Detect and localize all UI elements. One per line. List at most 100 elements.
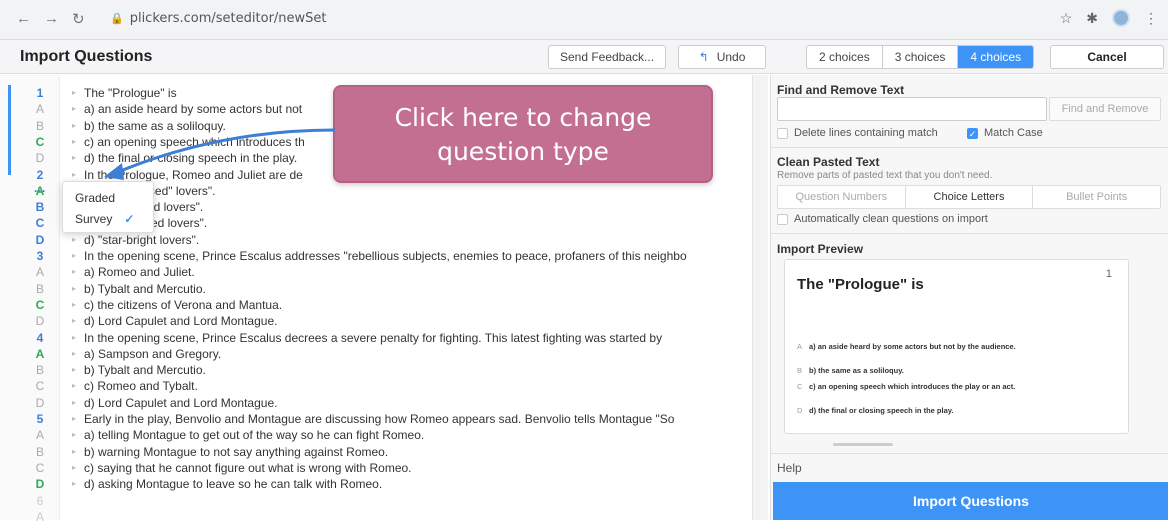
line-marker: A: [35, 346, 45, 361]
fold-icon: ▸: [72, 414, 77, 423]
choices-4-button[interactable]: 4 choices: [958, 46, 1034, 68]
line-text: c) saying that he cannot figure out what…: [84, 460, 412, 475]
editor-line[interactable]: B ▸ b) Tybalt and Mercutio.: [0, 362, 748, 378]
find-remove-title: Find and Remove Text: [777, 83, 905, 97]
auto-clean-box: [777, 213, 788, 225]
editor-line[interactable]: A ▸ a) Romeo and Juliet.: [0, 264, 748, 280]
star-icon[interactable]: ☆: [1060, 10, 1073, 27]
editor-line[interactable]: D ▸ d) Lord Capulet and Lord Montague.: [0, 395, 748, 411]
preview-question: The "Prologue" is: [797, 276, 924, 293]
import-preview-card: The "Prologue" is 1 Aa) an aside heard b…: [784, 259, 1129, 434]
preview-number: 1: [1105, 268, 1112, 280]
question-numbers-button[interactable]: Question Numbers: [778, 186, 906, 208]
line-marker[interactable]: 4: [30, 330, 50, 346]
fold-icon: ▸: [72, 267, 77, 277]
preview-choice-c: Cc) an opening speech which introduces t…: [797, 382, 1057, 391]
editor-line[interactable]: B ▸ b) Tybalt and Mercutio.: [0, 281, 748, 297]
preview-choice-a: Aa) an aside heard by some actors but no…: [797, 342, 1057, 351]
fold-icon: ▸: [72, 462, 77, 472]
line-text: a) telling Montague to get out of the wa…: [84, 428, 425, 443]
line-marker: D: [35, 314, 45, 329]
preview-choice-letter: A: [797, 342, 803, 351]
line-text: Early in the play, Benvolio and Montague…: [84, 412, 675, 426]
fold-icon: ▸: [72, 397, 77, 407]
fold-icon: ▸: [72, 430, 77, 440]
line-marker[interactable]: 5: [30, 411, 50, 427]
fold-icon: ▸: [72, 381, 77, 391]
preview-choice-text: d) the final or closing speech in the pl…: [809, 406, 954, 415]
editor-line[interactable]: C ▸ c) the citizens of Verona and Mantua.: [0, 297, 748, 313]
editor-line[interactable]: D ▸ d) asking Montague to leave so he can …: [0, 476, 748, 492]
line-text: d) Lord Capulet and Lord Montague.: [84, 395, 278, 410]
editor-line[interactable]: B ▸ b) warning Montague to not say anythin…: [0, 444, 748, 460]
line-text: d) asking Montague to leave so he can ta…: [84, 477, 383, 492]
preview-choice-letter: C: [797, 382, 803, 391]
fold-icon: ▸: [72, 316, 77, 326]
editor-line[interactable]: D ▸ d) Lord Capulet and Lord Montague.: [0, 313, 748, 329]
line-marker: C: [35, 460, 45, 475]
auto-clean-label: Automatically clean questions on import: [794, 213, 988, 225]
line-marker: B: [35, 363, 44, 378]
clean-text-title: Clean Pasted Text: [777, 155, 880, 169]
line-marker: 6: [36, 493, 44, 508]
editor-line[interactable]: A ▸ a) Sampson and Gregory.: [0, 346, 748, 362]
line-marker: A: [35, 265, 44, 280]
line-marker: C: [35, 297, 45, 312]
bullet-points-button[interactable]: Bullet Points: [1033, 186, 1160, 208]
send-feedback-button[interactable]: Send Feedback...: [548, 45, 666, 69]
editor-line[interactable]: 6: [0, 493, 748, 509]
line-text: b) Tybalt and Mercutio.: [84, 281, 206, 296]
undo-button[interactable]: ↰ Undo: [678, 45, 766, 69]
editor-line[interactable]: C ▸ c) saying that he cannot figure out wh…: [0, 460, 748, 476]
options-panel: Find and Remove Text Find and Remove Del…: [770, 75, 1168, 520]
find-remove-button[interactable]: Find and Remove: [1049, 97, 1161, 121]
line-marker: D: [35, 477, 45, 492]
line-marker: C: [35, 379, 45, 394]
editor-line[interactable]: 5 ▸ Early in the play, Benvolio and Montag…: [0, 411, 748, 427]
line-text: In the opening scene, Prince Escalus dec…: [84, 330, 663, 345]
line-marker: D: [35, 395, 45, 410]
preview-choice-d: Dd) the final or closing speech in the p…: [797, 406, 1057, 415]
line-text: c) the citizens of Verona and Mantua.: [84, 297, 283, 312]
profile-avatar[interactable]: [1112, 9, 1130, 27]
editor-line[interactable]: A ▸ a) telling Montague to get out of the …: [0, 427, 748, 443]
fold-icon: ▸: [72, 479, 77, 489]
cancel-button[interactable]: Cancel: [1050, 45, 1164, 69]
divider: [771, 233, 1168, 234]
fold-icon: ▸: [72, 446, 77, 456]
preview-choice-text: a) an aside heard by some actors but not…: [809, 342, 1016, 351]
choices-3-button[interactable]: 3 choices: [883, 46, 959, 68]
undo-label: Undo: [716, 50, 746, 64]
editor-line[interactable]: 4 ▸ In the opening scene, Prince Escalus d…: [0, 330, 748, 346]
editor-scrollbar[interactable]: [752, 75, 768, 520]
undo-icon: ↰: [698, 50, 709, 64]
editor-line[interactable]: C ▸ c) Romeo and Tybalt.: [0, 378, 748, 394]
line-text: b) Tybalt and Mercutio.: [84, 363, 206, 378]
editor-line[interactable]: A: [0, 509, 748, 525]
line-marker: B: [35, 281, 44, 296]
line-text: d) Lord Capulet and Lord Montague.: [84, 314, 278, 329]
menu-icon[interactable]: ⋮: [1144, 10, 1158, 27]
preview-title: Import Preview: [777, 242, 864, 256]
divider: [771, 453, 1168, 454]
delete-lines-checkbox[interactable]: Delete lines containing match: [777, 127, 938, 139]
divider: [771, 147, 1168, 148]
auto-clean-checkbox[interactable]: Automatically clean questions on import: [777, 213, 988, 225]
preview-choice-text: c) an opening speech which introduces th…: [809, 382, 1016, 391]
extension-icon[interactable]: ✱: [1086, 10, 1098, 27]
preview-choice-letter: B: [797, 366, 803, 375]
checkmark-icon: ✓: [967, 127, 978, 139]
match-case-checkbox[interactable]: ✓ Match Case: [967, 127, 1043, 139]
choice-letters-button[interactable]: Choice Letters: [906, 186, 1034, 208]
preview-choice-b: Bb) the same as a soliloquy.: [797, 366, 1057, 375]
preview-scrollbar[interactable]: [833, 443, 893, 446]
fold-icon: ▸: [72, 332, 77, 342]
help-link[interactable]: Help: [777, 461, 802, 475]
clean-text-subtitle: Remove parts of pasted text that you don…: [777, 170, 993, 181]
choices-2-button[interactable]: 2 choices: [807, 46, 883, 68]
find-text-input[interactable]: [777, 97, 1047, 121]
line-text: b) warning Montague to not say anything …: [84, 444, 389, 459]
import-questions-button[interactable]: Import Questions: [773, 482, 1168, 520]
fold-icon: ▸: [72, 348, 77, 358]
clean-options: Question Numbers Choice Letters Bullet P…: [777, 185, 1161, 209]
